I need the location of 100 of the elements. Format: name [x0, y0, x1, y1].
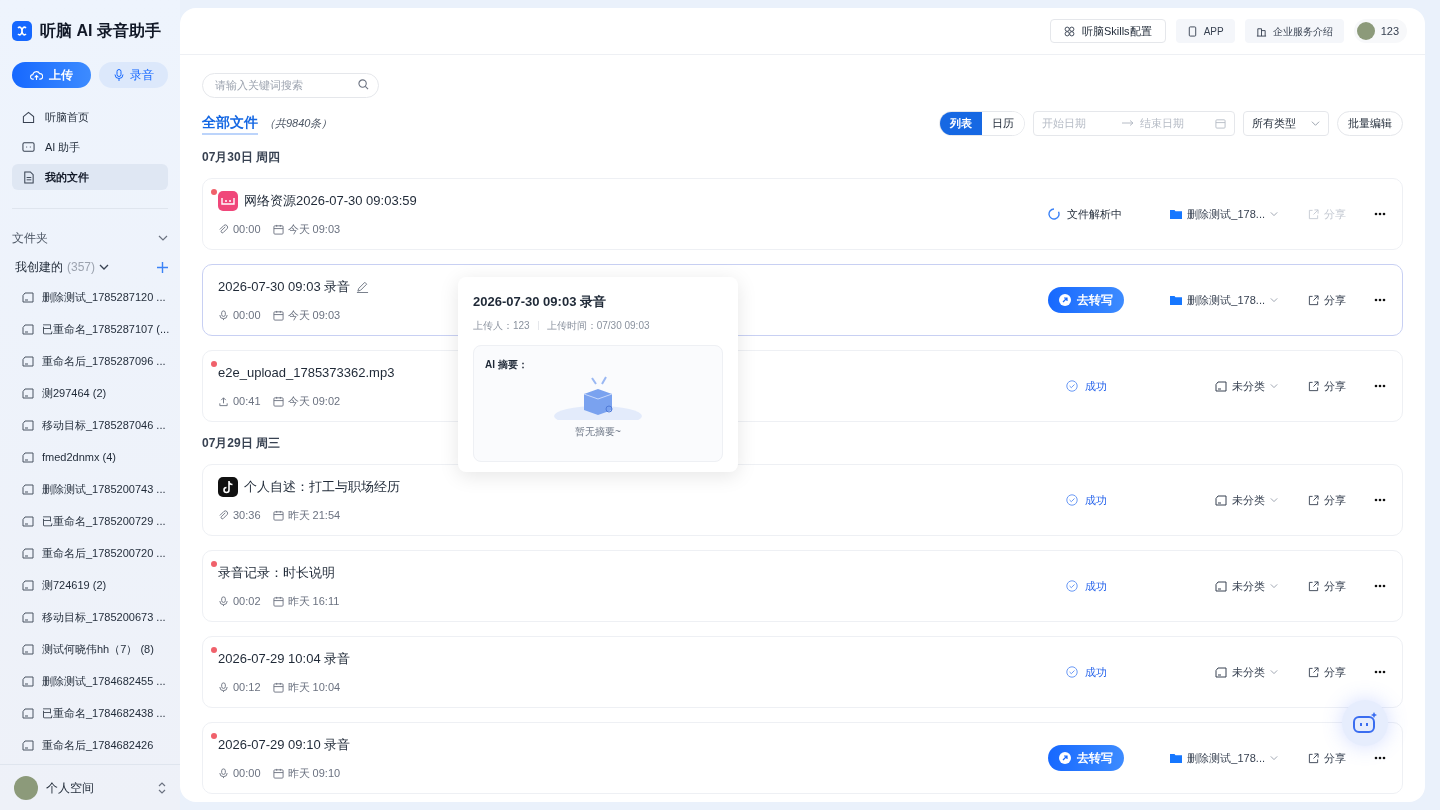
folder-item[interactable]: 删除测试_1785287120 ... [0, 281, 180, 313]
folder-item[interactable]: 测724619 (2) [0, 569, 180, 601]
share-button[interactable]: 分享 [1308, 749, 1346, 767]
calendar-icon [1215, 117, 1226, 129]
file-time: 今天 09:03 [287, 307, 341, 323]
folder-item[interactable]: 删除测试_1784682455 ... [0, 665, 180, 697]
more-icon[interactable] [1374, 498, 1386, 502]
folder-icon [22, 451, 34, 463]
chevron-icon [1270, 496, 1278, 504]
chevron-icon [1270, 582, 1278, 590]
upload-icon [218, 395, 229, 407]
folder-select[interactable]: 未分类 [1215, 491, 1278, 509]
microphone-icon [113, 69, 124, 81]
nav-item[interactable]: AI 助手 [12, 134, 168, 160]
duration: 00:00 [233, 221, 261, 237]
nav-item[interactable]: 听脑首页 [12, 104, 168, 130]
share-button[interactable]: 分享 [1308, 663, 1346, 681]
folder-item[interactable]: 重命名后_1785200720 ... [0, 537, 180, 569]
more-icon[interactable] [1374, 384, 1386, 388]
grid-icon [1063, 25, 1075, 37]
share-button[interactable]: 分享 [1308, 377, 1346, 395]
share-button[interactable]: 分享 [1308, 291, 1346, 309]
more-icon[interactable] [1374, 298, 1386, 302]
enterprise-button[interactable]: 企业服务介绍 [1244, 19, 1344, 43]
add-icon[interactable] [157, 261, 168, 273]
transcribe-button[interactable]: 去转写 [1048, 287, 1124, 313]
more-icon[interactable] [1374, 212, 1386, 216]
date-heading: 07月30日 周四 [202, 149, 282, 166]
folder-icon [22, 579, 34, 591]
file-title: 个人自述：打工与职场经历 [244, 478, 400, 496]
building-icon [1255, 25, 1267, 37]
folder-item[interactable]: 移动目标_1785200673 ... [0, 601, 180, 633]
folder-select[interactable]: 未分类 [1215, 663, 1278, 681]
folder-item[interactable]: 已重命名_1784682438 ... [0, 697, 180, 729]
share-button[interactable]: 分享 [1308, 577, 1346, 595]
assistant-bot-button[interactable] [1342, 700, 1388, 746]
logo-icon [12, 21, 32, 41]
file-card[interactable]: 2026-07-29 10:04 录音 00:12 昨天 10:04 成功 未分类 分享 [202, 636, 1403, 708]
transcribe-button[interactable]: 去转写 [1048, 745, 1124, 771]
search-field[interactable]: 请输入关键词搜索 [202, 72, 379, 98]
calendar-icon [272, 509, 284, 521]
workspace-name[interactable]: 个人空间 [46, 778, 94, 797]
file-card[interactable]: 录音记录：时长说明 00:02 昨天 16:11 成功 未分类 分享 [202, 550, 1403, 622]
empty-text: 暂无摘要~ [575, 424, 621, 439]
calendar-icon [272, 223, 284, 235]
type-select[interactable]: 所有类型 [1243, 110, 1329, 136]
share-button[interactable]: 分享 [1308, 491, 1346, 509]
folder-item[interactable]: fmed2dnmx (4) [0, 441, 180, 473]
skills-button[interactable]: 听脑Skills配置 [1049, 19, 1166, 43]
folder-select[interactable]: 删除测试_178... [1170, 749, 1278, 767]
folder-item[interactable]: 已重命名_1785200729 ... [0, 505, 180, 537]
view-tab[interactable]: 列表 [940, 111, 982, 135]
more-icon[interactable] [1374, 670, 1386, 674]
app-button[interactable]: APP [1175, 19, 1235, 43]
more-icon[interactable] [1374, 584, 1386, 588]
record-button[interactable]: 录音 [99, 62, 168, 88]
share-icon [1308, 666, 1319, 678]
expand-icon[interactable] [158, 781, 166, 794]
file-time: 昨天 09:10 [287, 765, 341, 781]
duration: 30:36 [233, 507, 261, 523]
folder-select[interactable]: 删除测试_178... [1170, 205, 1278, 223]
file-time: 昨天 16:11 [287, 593, 340, 609]
uploader-text: 上传人：123 [473, 318, 530, 333]
chevron-icon[interactable] [158, 233, 168, 243]
user-button[interactable]: 123 [1353, 19, 1407, 43]
pencil-icon[interactable] [356, 280, 370, 294]
status-text: 成功 [1085, 492, 1107, 508]
folder-select[interactable]: 未分类 [1215, 577, 1278, 595]
summary-label: AI 摘要： [485, 357, 528, 372]
file-time: 昨天 10:04 [287, 679, 341, 695]
folder-item[interactable]: 删除测试_1785200743 ... [0, 473, 180, 505]
file-title: 2026-07-29 09:10 录音 [218, 736, 351, 754]
page-title: 全部文件 [202, 111, 258, 135]
folder-icon [22, 387, 34, 399]
folder-item[interactable]: 测试何晓伟hh（7） (8) [0, 633, 180, 665]
folder-icon [22, 643, 34, 655]
folder-item[interactable]: 移动目标_1785287046 ... [0, 409, 180, 441]
more-icon[interactable] [1374, 756, 1386, 760]
folder-item[interactable]: 已重命名_1785287107 (... [0, 313, 180, 345]
nav-item[interactable]: 我的文件 [12, 164, 168, 190]
search-icon[interactable] [358, 79, 369, 90]
folder-select[interactable]: 删除测试_178... [1170, 291, 1278, 309]
calendar-icon [272, 681, 284, 693]
folder-icon [22, 675, 34, 687]
arrow-icon [1122, 120, 1134, 126]
robot-icon [1352, 712, 1378, 734]
folder-icon [22, 419, 34, 431]
folder-group-label[interactable]: 我创建的 [15, 258, 63, 276]
folder-item[interactable]: 重命名后_1785287096 ... [0, 345, 180, 377]
microphone-icon [218, 681, 229, 693]
file-title: 2026-07-30 09:03 录音 [218, 278, 351, 296]
microphone-icon [218, 767, 229, 779]
folder-item[interactable]: 测297464 (2) [0, 377, 180, 409]
chevron-icon[interactable] [99, 262, 109, 272]
folder-select[interactable]: 未分类 [1215, 377, 1278, 395]
folder-item[interactable]: 重命名后_1784682426 [0, 729, 180, 761]
paperclip-icon [218, 223, 229, 235]
arrow-circle-icon [1059, 752, 1071, 764]
section-label: 文件夹 [12, 230, 48, 247]
upload-button[interactable]: 上传 [12, 62, 91, 88]
